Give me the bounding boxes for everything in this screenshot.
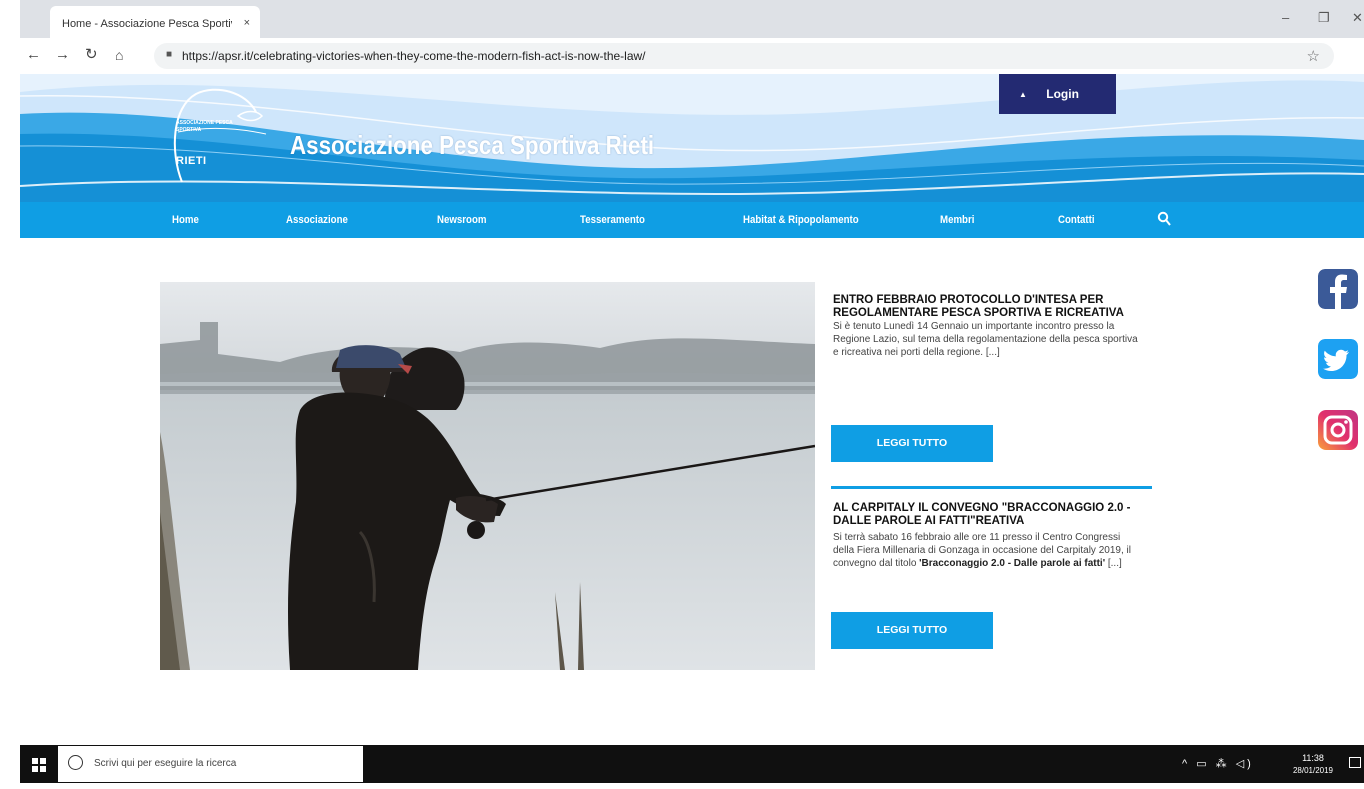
article-1-excerpt: Si è tenuto Lunedì 14 Gennaio un importa…	[833, 321, 1138, 358]
left-margin	[0, 0, 20, 789]
search-icon[interactable]	[1157, 211, 1171, 227]
login-label: Login	[1046, 87, 1079, 101]
facebook-icon[interactable]	[1318, 269, 1358, 309]
back-icon[interactable]: ←	[26, 47, 41, 63]
article-2-excerpt-end: [...]	[1105, 558, 1122, 569]
hero-image	[160, 282, 815, 670]
notification-icon[interactable]	[1349, 757, 1361, 768]
article-divider	[831, 486, 1152, 489]
nav-item-tesseramento[interactable]: Tesseramento	[580, 214, 645, 226]
article-2-title[interactable]: AL CARPITALY IL CONVEGNO "BRACCONAGGIO 2…	[833, 502, 1153, 528]
nav-item-contatti[interactable]: Contatti	[1058, 214, 1095, 226]
clock-time[interactable]: 11:38	[1288, 753, 1338, 763]
site-header: ASSOCIAZIONE PESCA SPORTIVA RIETI Associ…	[20, 74, 1364, 202]
lock-icon: ■	[166, 49, 173, 60]
close-window-icon[interactable]: ✕	[1352, 10, 1363, 26]
browser-tab-bar: Home - Associazione Pesca Sportiva Rieti…	[20, 0, 1364, 38]
logo-name: RIETI	[176, 155, 207, 167]
home-icon[interactable]: ⌂	[115, 47, 123, 63]
maximize-icon[interactable]: ❐	[1318, 10, 1330, 26]
nav-item-habitat[interactable]: Habitat & Ripopolamento	[743, 214, 859, 226]
nav-item-associazione[interactable]: Associazione	[286, 214, 348, 226]
star-icon[interactable]: ☆	[1307, 47, 1320, 65]
article-1-read-more-button[interactable]: LEGGI TUTTO	[831, 425, 993, 462]
close-tab-icon[interactable]: ×	[244, 17, 250, 29]
article-1-title[interactable]: ENTRO FEBBRAIO PROTOCOLLO D'INTESA PER R…	[833, 294, 1153, 320]
article-2-excerpt: Si terrà sabato 16 febbraio alle ore 11 …	[833, 531, 1138, 570]
site-title[interactable]: Associazione Pesca Sportiva Rieti	[290, 130, 654, 161]
main-nav: Home Associazione Newsroom Tesseramento …	[20, 202, 1364, 238]
forward-icon[interactable]: →	[55, 47, 70, 63]
fisherman-photo	[160, 282, 815, 670]
url-text: https://apsr.it/celebrating-victories-wh…	[182, 49, 646, 63]
login-button[interactable]: ▲ Login	[999, 74, 1116, 114]
taskbar-search-placeholder: Scrivi qui per eseguire la ricerca	[94, 758, 237, 769]
clock-date[interactable]: 28/01/2019	[1288, 766, 1338, 775]
logo-text: ASSOCIAZIONE PESCA SPORTIVA	[176, 120, 233, 133]
taskbar: Scrivi qui per eseguire la ricerca ^ ▭ ⁂…	[20, 745, 1364, 783]
instagram-icon[interactable]	[1318, 410, 1358, 450]
nav-item-home[interactable]: Home	[172, 214, 199, 226]
twitter-icon[interactable]	[1318, 339, 1358, 379]
tab-title: Home - Associazione Pesca Sportiva Rieti	[62, 18, 232, 30]
browser-toolbar: ← → ↻ ⌂ ■ https://apsr.it/celebrating-vi…	[20, 38, 1364, 75]
article-2-read-more-button[interactable]: LEGGI TUTTO	[831, 612, 993, 649]
bottom-margin	[0, 783, 1364, 789]
logo-icon	[173, 88, 267, 183]
minimize-icon[interactable]: –	[1282, 10, 1289, 25]
reload-icon[interactable]: ↻	[85, 47, 98, 63]
screen: Home - Associazione Pesca Sportiva Rieti…	[0, 0, 1364, 789]
user-icon: ▲	[1019, 90, 1027, 99]
article-2-excerpt-bold: 'Bracconaggio 2.0 - Dalle parole ai fatt…	[919, 558, 1106, 569]
cortana-icon	[68, 755, 83, 770]
nav-item-membri[interactable]: Membri	[940, 214, 974, 226]
address-bar[interactable]: ■ https://apsr.it/celebrating-victories-…	[154, 43, 1334, 69]
browser-tab[interactable]: Home - Associazione Pesca Sportiva Rieti…	[50, 6, 260, 38]
windows-start-icon[interactable]	[32, 758, 46, 772]
taskbar-search-input[interactable]: Scrivi qui per eseguire la ricerca	[58, 746, 363, 782]
system-tray-icons[interactable]: ^ ▭ ⁂ ◁)	[1182, 757, 1254, 770]
nav-item-newsroom[interactable]: Newsroom	[437, 214, 487, 226]
